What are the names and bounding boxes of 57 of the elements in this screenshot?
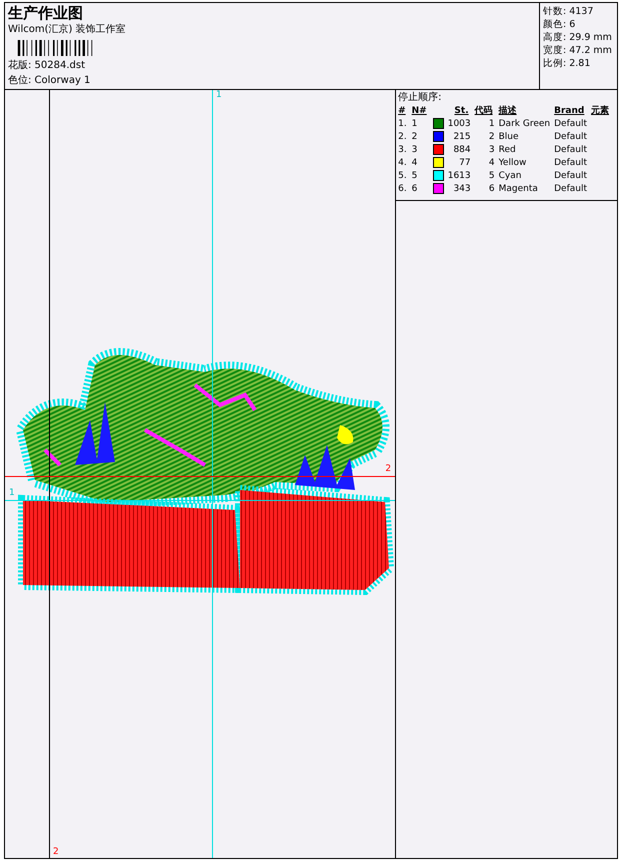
table-cell-text: 1613 <box>448 170 472 183</box>
column-header: # <box>398 106 406 116</box>
table-cell-text: 4 <box>412 157 418 170</box>
column-header: N# <box>412 106 427 116</box>
stat-text: 针数: 4137 <box>543 5 594 18</box>
table-cell-text: Default <box>554 131 588 144</box>
table-cell-text: 3 <box>412 144 418 157</box>
table-cell-text: Dark Green <box>498 118 552 131</box>
table-cell-text: Default <box>554 157 588 170</box>
table-cell-text: 1003 <box>448 118 472 131</box>
table-cell-text: 3 <box>488 144 496 157</box>
table-cell-text: 6. <box>398 183 408 196</box>
table-cell-text: Red <box>498 144 517 157</box>
table-cell-text: 2 <box>488 131 496 144</box>
guide-label: 1 <box>9 488 15 499</box>
table-cell-text: 1 <box>412 118 418 131</box>
table-cell-text: 5 <box>412 170 418 183</box>
stop-sequence-title: 停止顺序: <box>398 91 442 104</box>
table-cell-text: 2 <box>412 131 418 144</box>
table-cell-text: 4. <box>398 157 408 170</box>
sheet-title: 生产作业图 <box>8 4 84 22</box>
table-cell-text: 5 <box>488 170 496 183</box>
table-cell-text: Blue <box>498 131 520 144</box>
table-cell-text: 1. <box>398 118 408 131</box>
guide-label: 2 <box>385 464 392 475</box>
table-cell-text: Default <box>554 170 588 183</box>
table-cell-text: 215 <box>452 131 472 144</box>
colorway-label: 色位: Colorway 1 <box>8 74 92 88</box>
table-cell-text: Default <box>554 118 588 131</box>
table-cell-text: 2. <box>398 131 408 144</box>
column-header: 代码 <box>474 106 493 116</box>
table-cell-text: 5. <box>398 170 408 183</box>
column-header: St. <box>454 106 469 116</box>
table-cell-text: Yellow <box>498 157 528 170</box>
design-file: 花版: 50284.dst <box>8 59 86 73</box>
stat-text: 比例: 2.81 <box>543 57 592 70</box>
table-cell-text: 884 <box>452 144 472 157</box>
guide-label: 2 <box>53 847 59 858</box>
studio-name: Wilcom(汇京) 装饰工作室 <box>8 23 127 37</box>
guide-label: 1 <box>216 90 222 101</box>
table-cell-text: 3. <box>398 144 408 157</box>
table-cell-text: Default <box>554 144 588 157</box>
stat-text: 宽度: 47.2 mm <box>543 44 613 57</box>
table-cell-text: 343 <box>452 183 472 196</box>
table-cell-text: 6 <box>488 183 496 196</box>
table-cell-text: Magenta <box>498 183 539 196</box>
column-header: Brand <box>554 106 584 116</box>
stat-text: 颜色: 6 <box>543 18 576 31</box>
table-cell-text: 6 <box>412 183 418 196</box>
table-cell: 4 <box>474 157 499 170</box>
table-cell-text: Cyan <box>498 170 522 183</box>
table-cell-text: 77 <box>458 157 472 170</box>
table-cell-text: Default <box>554 183 588 196</box>
column-header: 描述 <box>498 106 517 116</box>
column-header: 元素 <box>591 106 609 116</box>
stat-text: 高度: 29.9 mm <box>543 31 613 44</box>
table-cell-text: 1 <box>488 118 496 131</box>
